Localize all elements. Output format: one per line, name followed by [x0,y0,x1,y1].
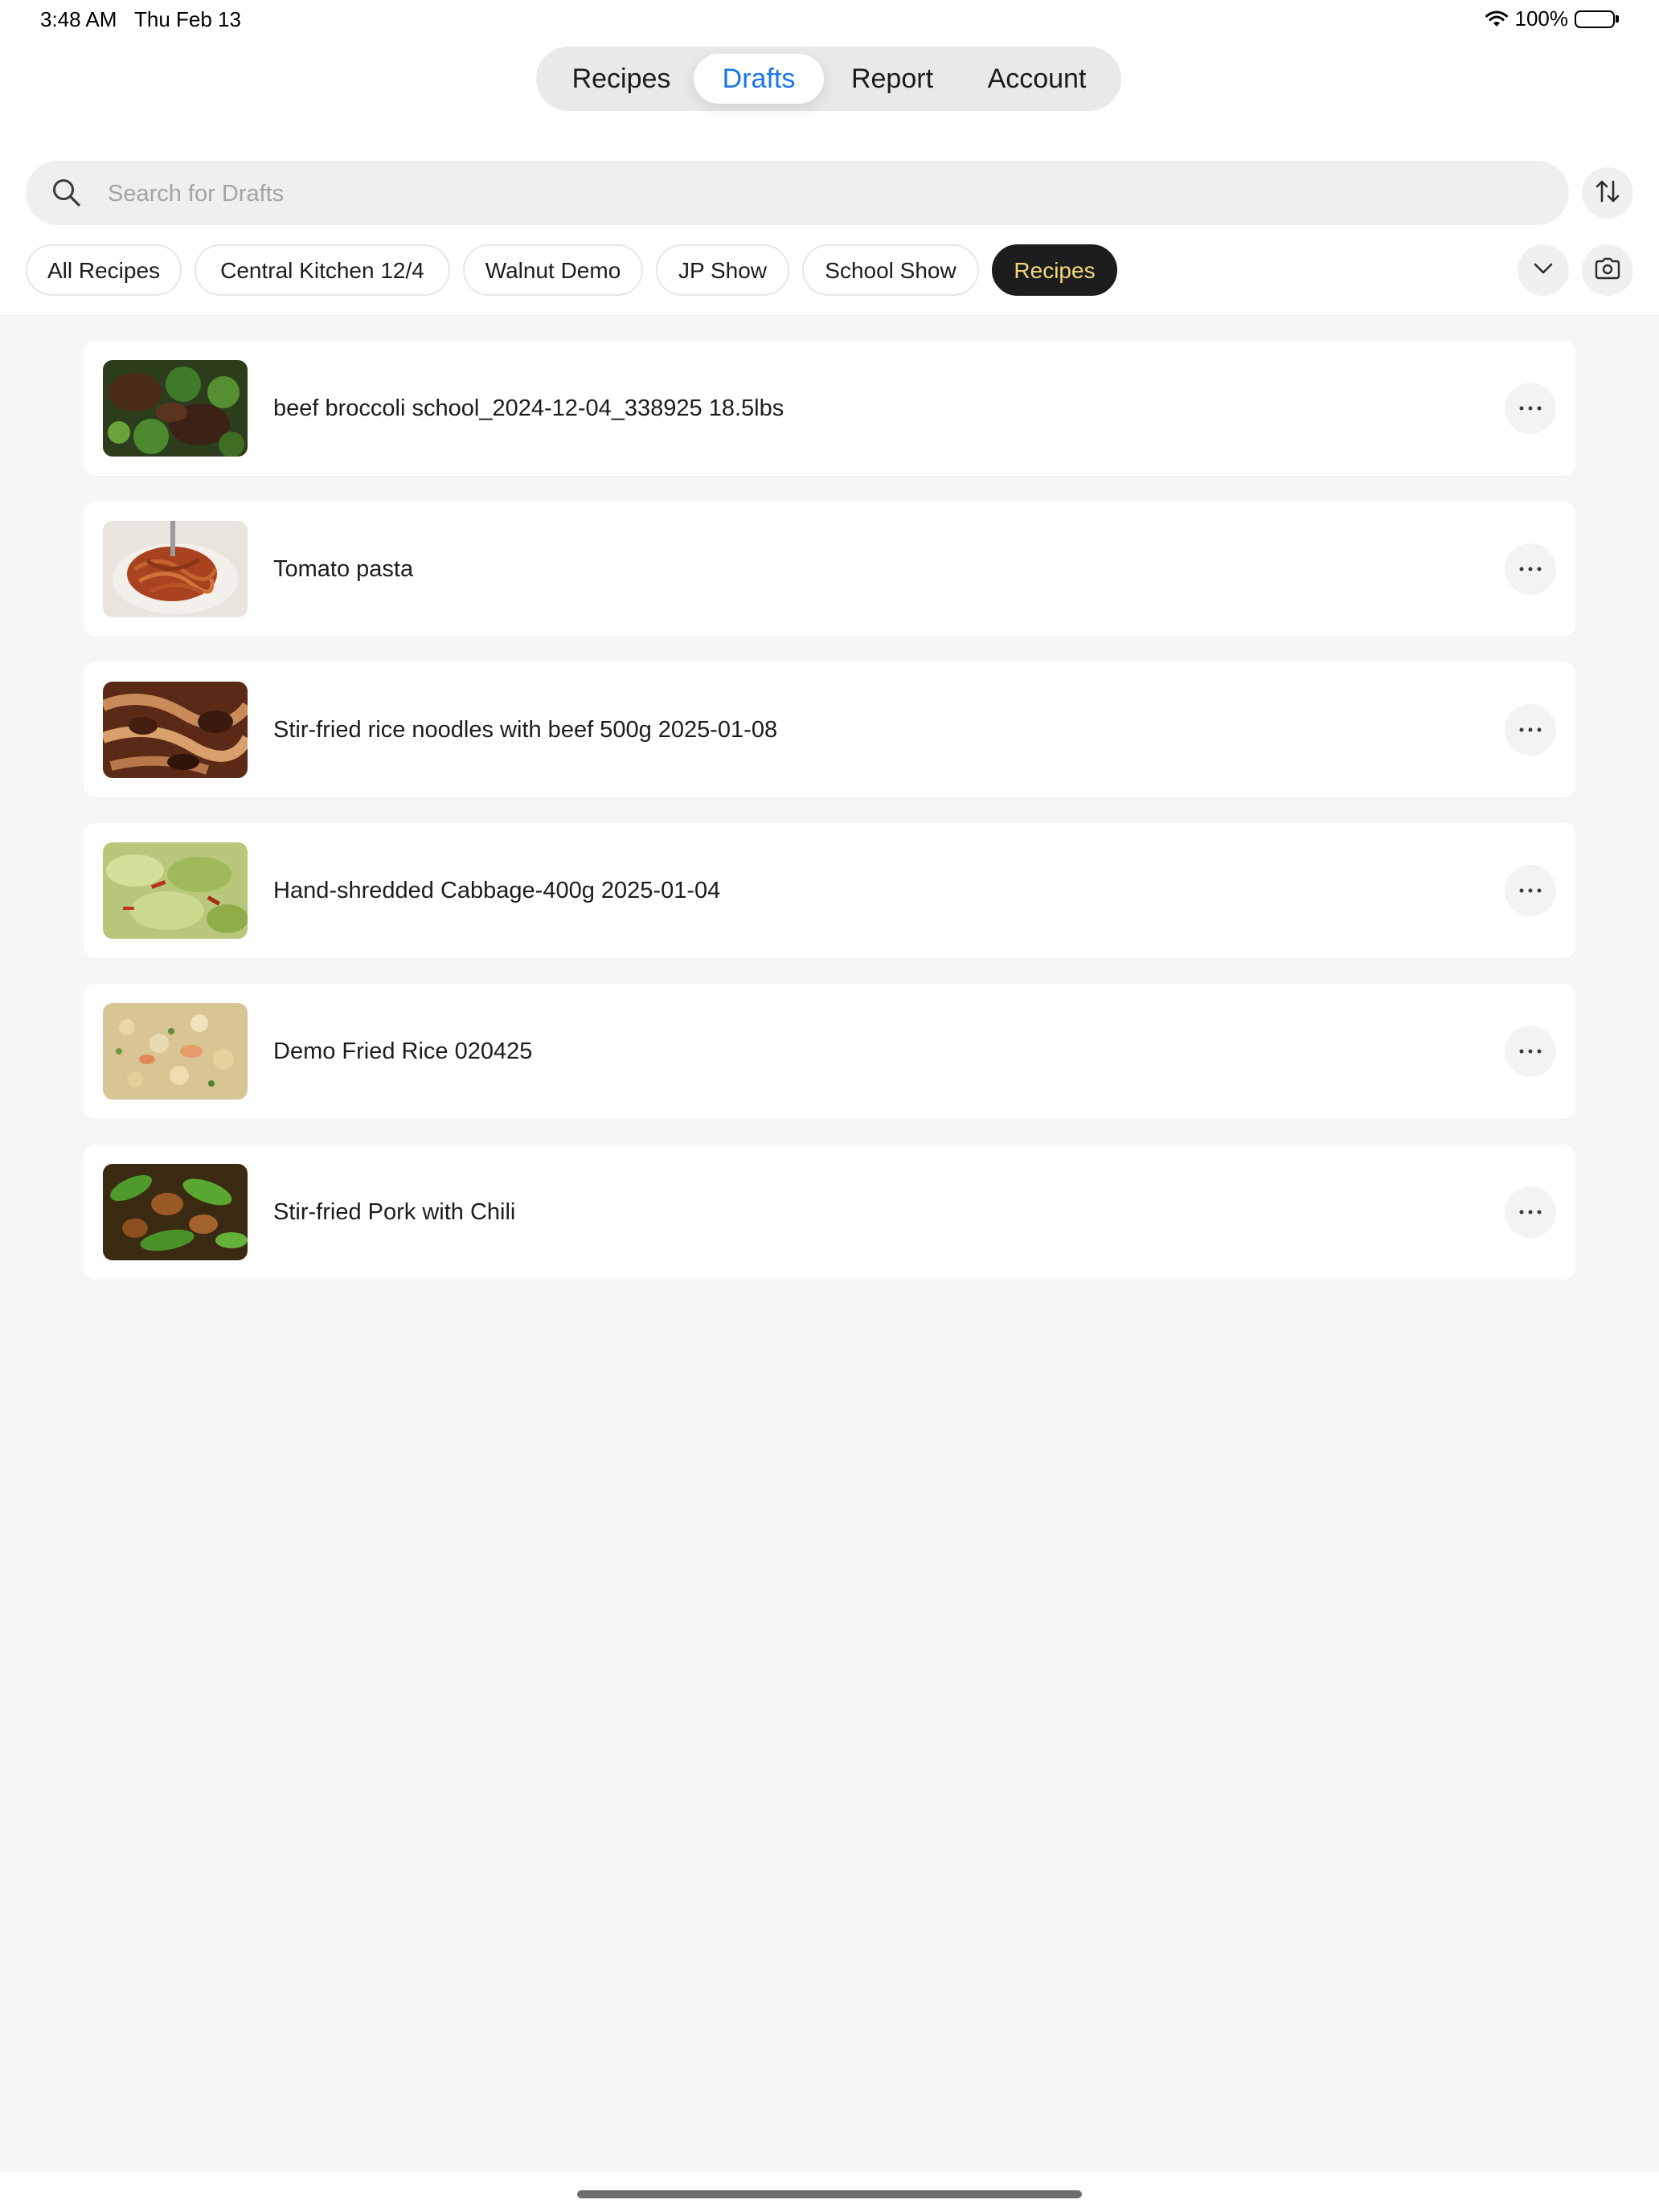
tab-drafts[interactable]: Drafts [694,54,824,104]
main-tabs: Recipes Drafts Report Account [536,47,1121,111]
search-bar [26,161,1569,227]
tab-report[interactable]: Report [827,54,957,104]
more-icon [1518,401,1542,416]
draft-more-button[interactable] [1505,383,1556,434]
draft-title: Stir-fried Pork with Chili [273,1199,516,1225]
sort-button[interactable] [1582,167,1633,219]
filter-chip-central-kitchen[interactable]: Central Kitchen 12/4 [195,244,450,296]
battery-icon [1575,10,1619,28]
status-date: Thu Feb 13 [134,7,241,31]
wifi-icon [1485,10,1509,28]
draft-title: beef broccoli school_2024-12-04_338925 1… [273,395,784,421]
home-indicator[interactable] [577,2190,1082,2198]
status-indicators: 100% [1485,6,1619,31]
camera-button[interactable] [1582,244,1633,296]
chevron-down-icon [1531,256,1555,285]
draft-more-button[interactable] [1505,704,1556,756]
draft-more-button[interactable] [1505,1026,1556,1077]
draft-row[interactable]: beef broccoli school_2024-12-04_338925 1… [84,341,1575,476]
status-bar: 3:48 AM Thu Feb 13 100% [0,0,1659,39]
cabbage-photo [103,842,248,939]
more-icon [1518,723,1542,737]
search-icon [51,178,82,212]
draft-row[interactable]: Tomato pasta [84,502,1575,637]
draft-row[interactable]: Stir-fried rice noodles with beef 500g 2… [84,662,1575,797]
filter-chip-school-show[interactable]: School Show [802,244,979,296]
draft-row[interactable]: Hand-shredded Cabbage-400g 2025-01-04 [84,823,1575,958]
tab-account[interactable]: Account [961,54,1113,104]
draft-title: Hand-shredded Cabbage-400g 2025-01-04 [273,878,721,903]
draft-row[interactable]: Stir-fried Pork with Chili [84,1145,1575,1280]
filter-chip-all-recipes[interactable]: All Recipes [26,244,182,296]
more-icon [1518,1044,1542,1059]
more-icon [1518,1205,1542,1219]
tab-recipes[interactable]: Recipes [551,54,691,104]
rice-noodles-photo [103,682,248,778]
draft-more-button[interactable] [1505,865,1556,916]
expand-filters-button[interactable] [1518,244,1569,296]
sort-icon [1594,178,1621,209]
draft-title: Demo Fried Rice 020425 [273,1038,533,1064]
filter-chip-walnut-demo[interactable]: Walnut Demo [463,244,643,296]
draft-more-button[interactable] [1505,1186,1556,1238]
draft-title: Tomato pasta [273,556,414,582]
draft-title: Stir-fried rice noodles with beef 500g 2… [273,717,778,743]
draft-more-button[interactable] [1505,543,1556,595]
filter-chip-jp-show[interactable]: JP Show [656,244,789,296]
search-input[interactable] [106,161,1540,227]
filter-chip-recipes[interactable]: Recipes [992,244,1117,296]
pork-chili-photo [103,1164,248,1260]
tomato-pasta-photo [103,521,248,617]
more-icon [1518,883,1542,898]
fried-rice-photo [103,1003,248,1100]
more-icon [1518,562,1542,576]
beef-broccoli-photo [103,360,248,457]
camera-icon [1594,256,1621,285]
draft-row[interactable]: Demo Fried Rice 020425 [84,984,1575,1119]
status-time: 3:48 AM [40,7,117,31]
battery-percent: 100% [1514,6,1569,31]
